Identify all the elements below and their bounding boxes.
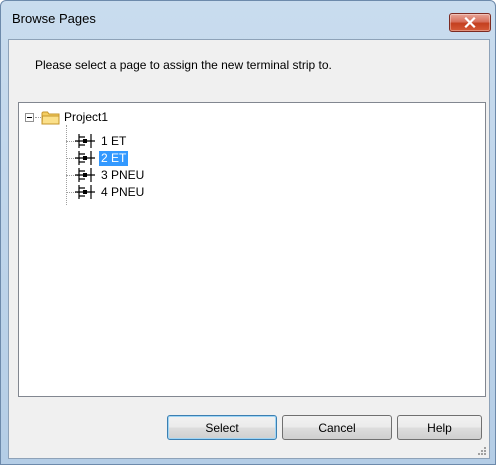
- tree-node-page-2[interactable]: 2 ET: [99, 151, 129, 166]
- folder-icon: [41, 111, 60, 125]
- resize-grip-icon[interactable]: [477, 446, 487, 456]
- terminal-strip-page-icon: [75, 134, 95, 148]
- tree-node-page-3[interactable]: 3 PNEU: [99, 168, 146, 183]
- tree-node-page-4[interactable]: 4 PNEU: [99, 185, 146, 200]
- close-button[interactable]: [449, 13, 491, 32]
- title-bar[interactable]: Browse Pages: [1, 1, 495, 39]
- collapse-toggle[interactable]: [25, 113, 34, 122]
- tree-node-project[interactable]: Project1: [62, 110, 110, 125]
- terminal-strip-page-icon: [75, 168, 95, 182]
- dialog-body: Please select a page to assign the new t…: [8, 39, 490, 459]
- instruction-text: Please select a page to assign the new t…: [35, 58, 332, 72]
- page-tree-view[interactable]: Project1 1 ET 2 ET 3 PNEU 4 PNEU: [18, 102, 486, 397]
- terminal-strip-page-icon: [75, 185, 95, 199]
- cancel-button[interactable]: Cancel: [282, 415, 392, 440]
- browse-pages-dialog: Browse Pages Please select a page to ass…: [0, 0, 496, 465]
- tree-node-page-1[interactable]: 1 ET: [99, 134, 128, 149]
- window-title: Browse Pages: [12, 11, 96, 26]
- select-button[interactable]: Select: [167, 415, 277, 440]
- help-button[interactable]: Help: [397, 415, 482, 440]
- close-x-icon: [464, 17, 476, 28]
- terminal-strip-page-icon: [75, 151, 95, 165]
- tree-connector-line: [66, 125, 67, 205]
